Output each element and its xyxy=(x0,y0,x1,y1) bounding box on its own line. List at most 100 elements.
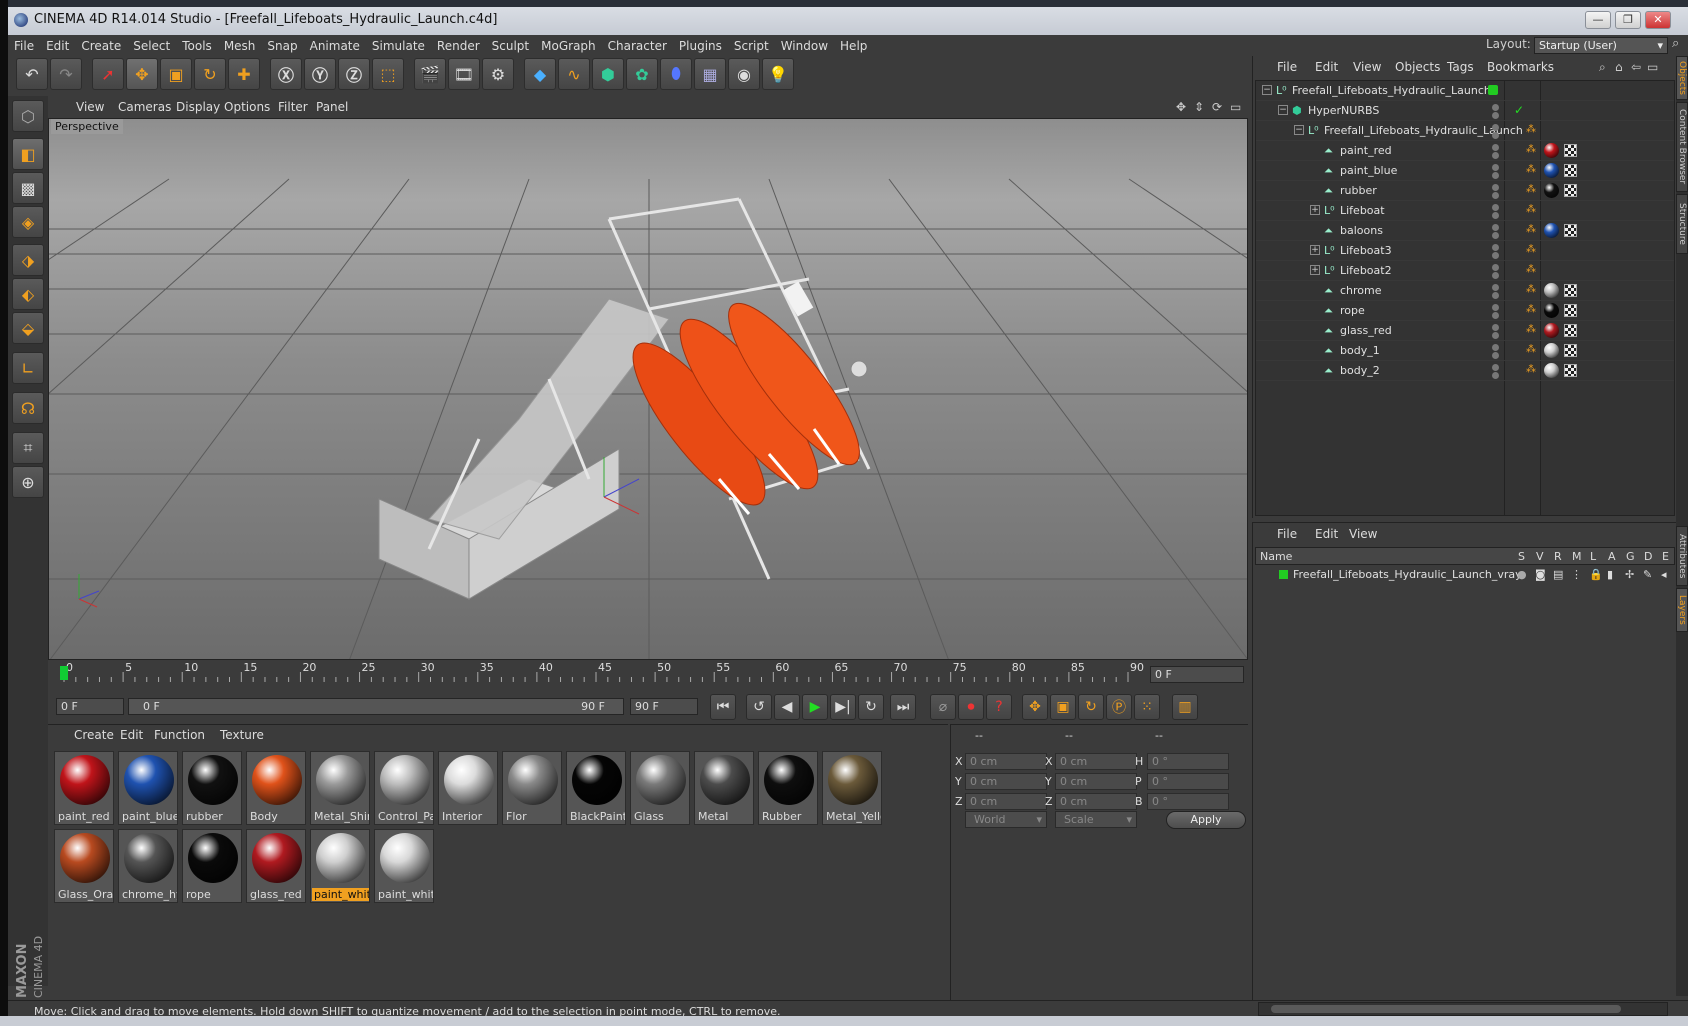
object-name[interactable]: paint_red xyxy=(1340,144,1392,157)
phong-tag-icon[interactable]: ⁂ xyxy=(1526,124,1538,136)
phong-tag-icon[interactable]: ⁂ xyxy=(1526,204,1538,216)
editor-visibility-dot[interactable] xyxy=(1492,144,1499,151)
phong-tag-icon[interactable]: ⁂ xyxy=(1526,164,1538,176)
phong-tag-icon[interactable]: ⁂ xyxy=(1526,144,1538,156)
menu-sculpt[interactable]: Sculpt xyxy=(486,35,535,57)
editor-visibility-dot[interactable] xyxy=(1492,284,1499,291)
next-keyframe-button[interactable]: ↻ xyxy=(858,694,884,720)
model-mode-button[interactable]: ◧ xyxy=(12,138,44,170)
material-flor[interactable]: Flor xyxy=(502,751,562,825)
object-row[interactable]: + L⁰ Lifeboat2 ⁂ xyxy=(1256,261,1674,281)
phong-tag-icon[interactable]: ⁂ xyxy=(1526,184,1538,196)
menu-select[interactable]: Select xyxy=(127,35,176,57)
new-window-icon[interactable]: ▭ xyxy=(1647,60,1658,74)
record-keys-button[interactable]: ⌀ xyxy=(930,694,956,720)
phong-tag-icon[interactable]: ⁂ xyxy=(1526,224,1538,236)
material-paint-whit[interactable]: paint_whit xyxy=(310,829,370,903)
back-icon[interactable]: ⇦ xyxy=(1631,60,1641,74)
object-name[interactable]: Lifeboat xyxy=(1340,204,1385,217)
uvw-tag-icon[interactable] xyxy=(1564,284,1577,297)
tweak-mode-button[interactable]: ☊ xyxy=(12,392,44,424)
editor-visibility-dot[interactable] xyxy=(1492,164,1499,171)
phong-tag-icon[interactable]: ⁂ xyxy=(1526,344,1538,356)
coord-system-dropdown[interactable]: World ▾ xyxy=(965,811,1047,828)
coordinate-system-button[interactable]: ⬚ xyxy=(372,58,404,90)
autokey-button[interactable]: ⏺ xyxy=(958,694,984,720)
material-blackpaint[interactable]: BlackPaint xyxy=(566,751,626,825)
workplane-mode-button[interactable]: ◈ xyxy=(12,206,44,238)
object-name[interactable]: baloons xyxy=(1340,224,1383,237)
object-name[interactable]: body_1 xyxy=(1340,344,1380,357)
layer-animation-icon[interactable]: ▮ xyxy=(1607,568,1613,581)
viewport-menu-display[interactable]: Display xyxy=(176,96,220,118)
timeline-window-button[interactable]: ▥ xyxy=(1172,694,1198,720)
editor-visibility-dot[interactable] xyxy=(1488,85,1498,95)
uvw-tag-icon[interactable] xyxy=(1564,164,1577,177)
editor-visibility-dot[interactable] xyxy=(1492,264,1499,271)
menu-window[interactable]: Window xyxy=(775,35,834,57)
object-menu-objects[interactable]: Objects xyxy=(1395,56,1440,78)
material-paint-red[interactable]: paint_red xyxy=(54,751,114,825)
menu-file[interactable]: File xyxy=(8,35,40,57)
uvw-tag-icon[interactable] xyxy=(1564,324,1577,337)
coord-pos-y-field[interactable]: 0 cm xyxy=(965,773,1047,790)
material-tag-icon[interactable] xyxy=(1544,303,1559,318)
menu-script[interactable]: Script xyxy=(728,35,775,57)
layer-color-swatch[interactable] xyxy=(1279,570,1288,579)
tab-structure[interactable]: Structure xyxy=(1676,194,1688,254)
menu-create[interactable]: Create xyxy=(75,35,127,57)
rotate-tool-button[interactable]: ↻ xyxy=(194,58,226,90)
layer-render-icon[interactable]: ▤ xyxy=(1553,568,1563,581)
key-parameter-button[interactable]: Ⓟ xyxy=(1106,694,1132,720)
menu-character[interactable]: Character xyxy=(602,35,673,57)
object-name[interactable]: chrome xyxy=(1340,284,1382,297)
layer-view-icon[interactable]: ◙ xyxy=(1535,568,1546,581)
coord-rot-h-field[interactable]: 0 ° xyxy=(1147,753,1229,770)
material-metal-shin[interactable]: Metal_Shin xyxy=(310,751,370,825)
coord-size-z-field[interactable]: 0 cm xyxy=(1055,793,1137,810)
render-view-button[interactable]: 🎬 xyxy=(414,58,446,90)
menu-plugins[interactable]: Plugins xyxy=(673,35,728,57)
expand-icon[interactable]: + xyxy=(1310,245,1320,255)
camera-button[interactable]: ◉ xyxy=(728,58,760,90)
object-row[interactable]: + L⁰ Lifeboat3 ⁂ xyxy=(1256,241,1674,261)
viewport-move-icon[interactable]: ✥ xyxy=(1176,100,1186,114)
live-selection-button[interactable]: ➚ xyxy=(92,58,124,90)
material-menu-create[interactable]: Create xyxy=(74,725,114,745)
phong-tag-icon[interactable]: ⁂ xyxy=(1526,324,1538,336)
menu-edit[interactable]: Edit xyxy=(40,35,75,57)
object-name[interactable]: glass_red xyxy=(1340,324,1392,337)
render-visibility-dot[interactable] xyxy=(1492,252,1499,259)
editor-visibility-dot[interactable] xyxy=(1492,304,1499,311)
previous-keyframe-button[interactable]: ↺ xyxy=(746,694,772,720)
uvw-tag-icon[interactable] xyxy=(1564,364,1577,377)
coord-mode-dropdown[interactable]: Scale ▾ xyxy=(1055,811,1137,828)
object-name[interactable]: rope xyxy=(1340,304,1365,317)
uvw-tag-icon[interactable] xyxy=(1564,144,1577,157)
object-name[interactable]: Freefall_Lifeboats_Hydraulic_Launch xyxy=(1292,84,1491,97)
material-tag-icon[interactable] xyxy=(1544,283,1559,298)
tab-attributes[interactable]: Attributes xyxy=(1676,526,1688,586)
undo-button[interactable]: ↶ xyxy=(16,58,48,90)
collapse-icon[interactable]: − xyxy=(1278,105,1288,115)
material-rope[interactable]: rope xyxy=(182,829,242,903)
perspective-viewport[interactable]: Perspective xyxy=(48,118,1248,660)
render-visibility-dot[interactable] xyxy=(1492,212,1499,219)
menu-snap[interactable]: Snap xyxy=(261,35,303,57)
coord-pos-z-field[interactable]: 0 cm xyxy=(965,793,1047,810)
menu-tools[interactable]: Tools xyxy=(176,35,218,57)
layer-name[interactable]: Freefall_Lifeboats_Hydraulic_Launch_vray xyxy=(1293,568,1522,581)
key-point-level-button[interactable]: ⁙ xyxy=(1134,694,1160,720)
render-visibility-dot[interactable] xyxy=(1492,192,1499,199)
close-button[interactable]: ✕ xyxy=(1645,11,1671,29)
next-frame-button[interactable]: ▶| xyxy=(830,694,856,720)
viewport-rotate-icon[interactable]: ⟳ xyxy=(1212,100,1222,114)
render-visibility-dot[interactable] xyxy=(1492,172,1499,179)
object-row[interactable]: + L⁰ Lifeboat ⁂ xyxy=(1256,201,1674,221)
render-visibility-dot[interactable] xyxy=(1492,132,1499,139)
menu-mesh[interactable]: Mesh xyxy=(218,35,262,57)
key-rotation-button[interactable]: ↻ xyxy=(1078,694,1104,720)
layer-menu-file[interactable]: File xyxy=(1277,523,1297,545)
object-name[interactable]: body_2 xyxy=(1340,364,1380,377)
material-rubber[interactable]: Rubber xyxy=(758,751,818,825)
